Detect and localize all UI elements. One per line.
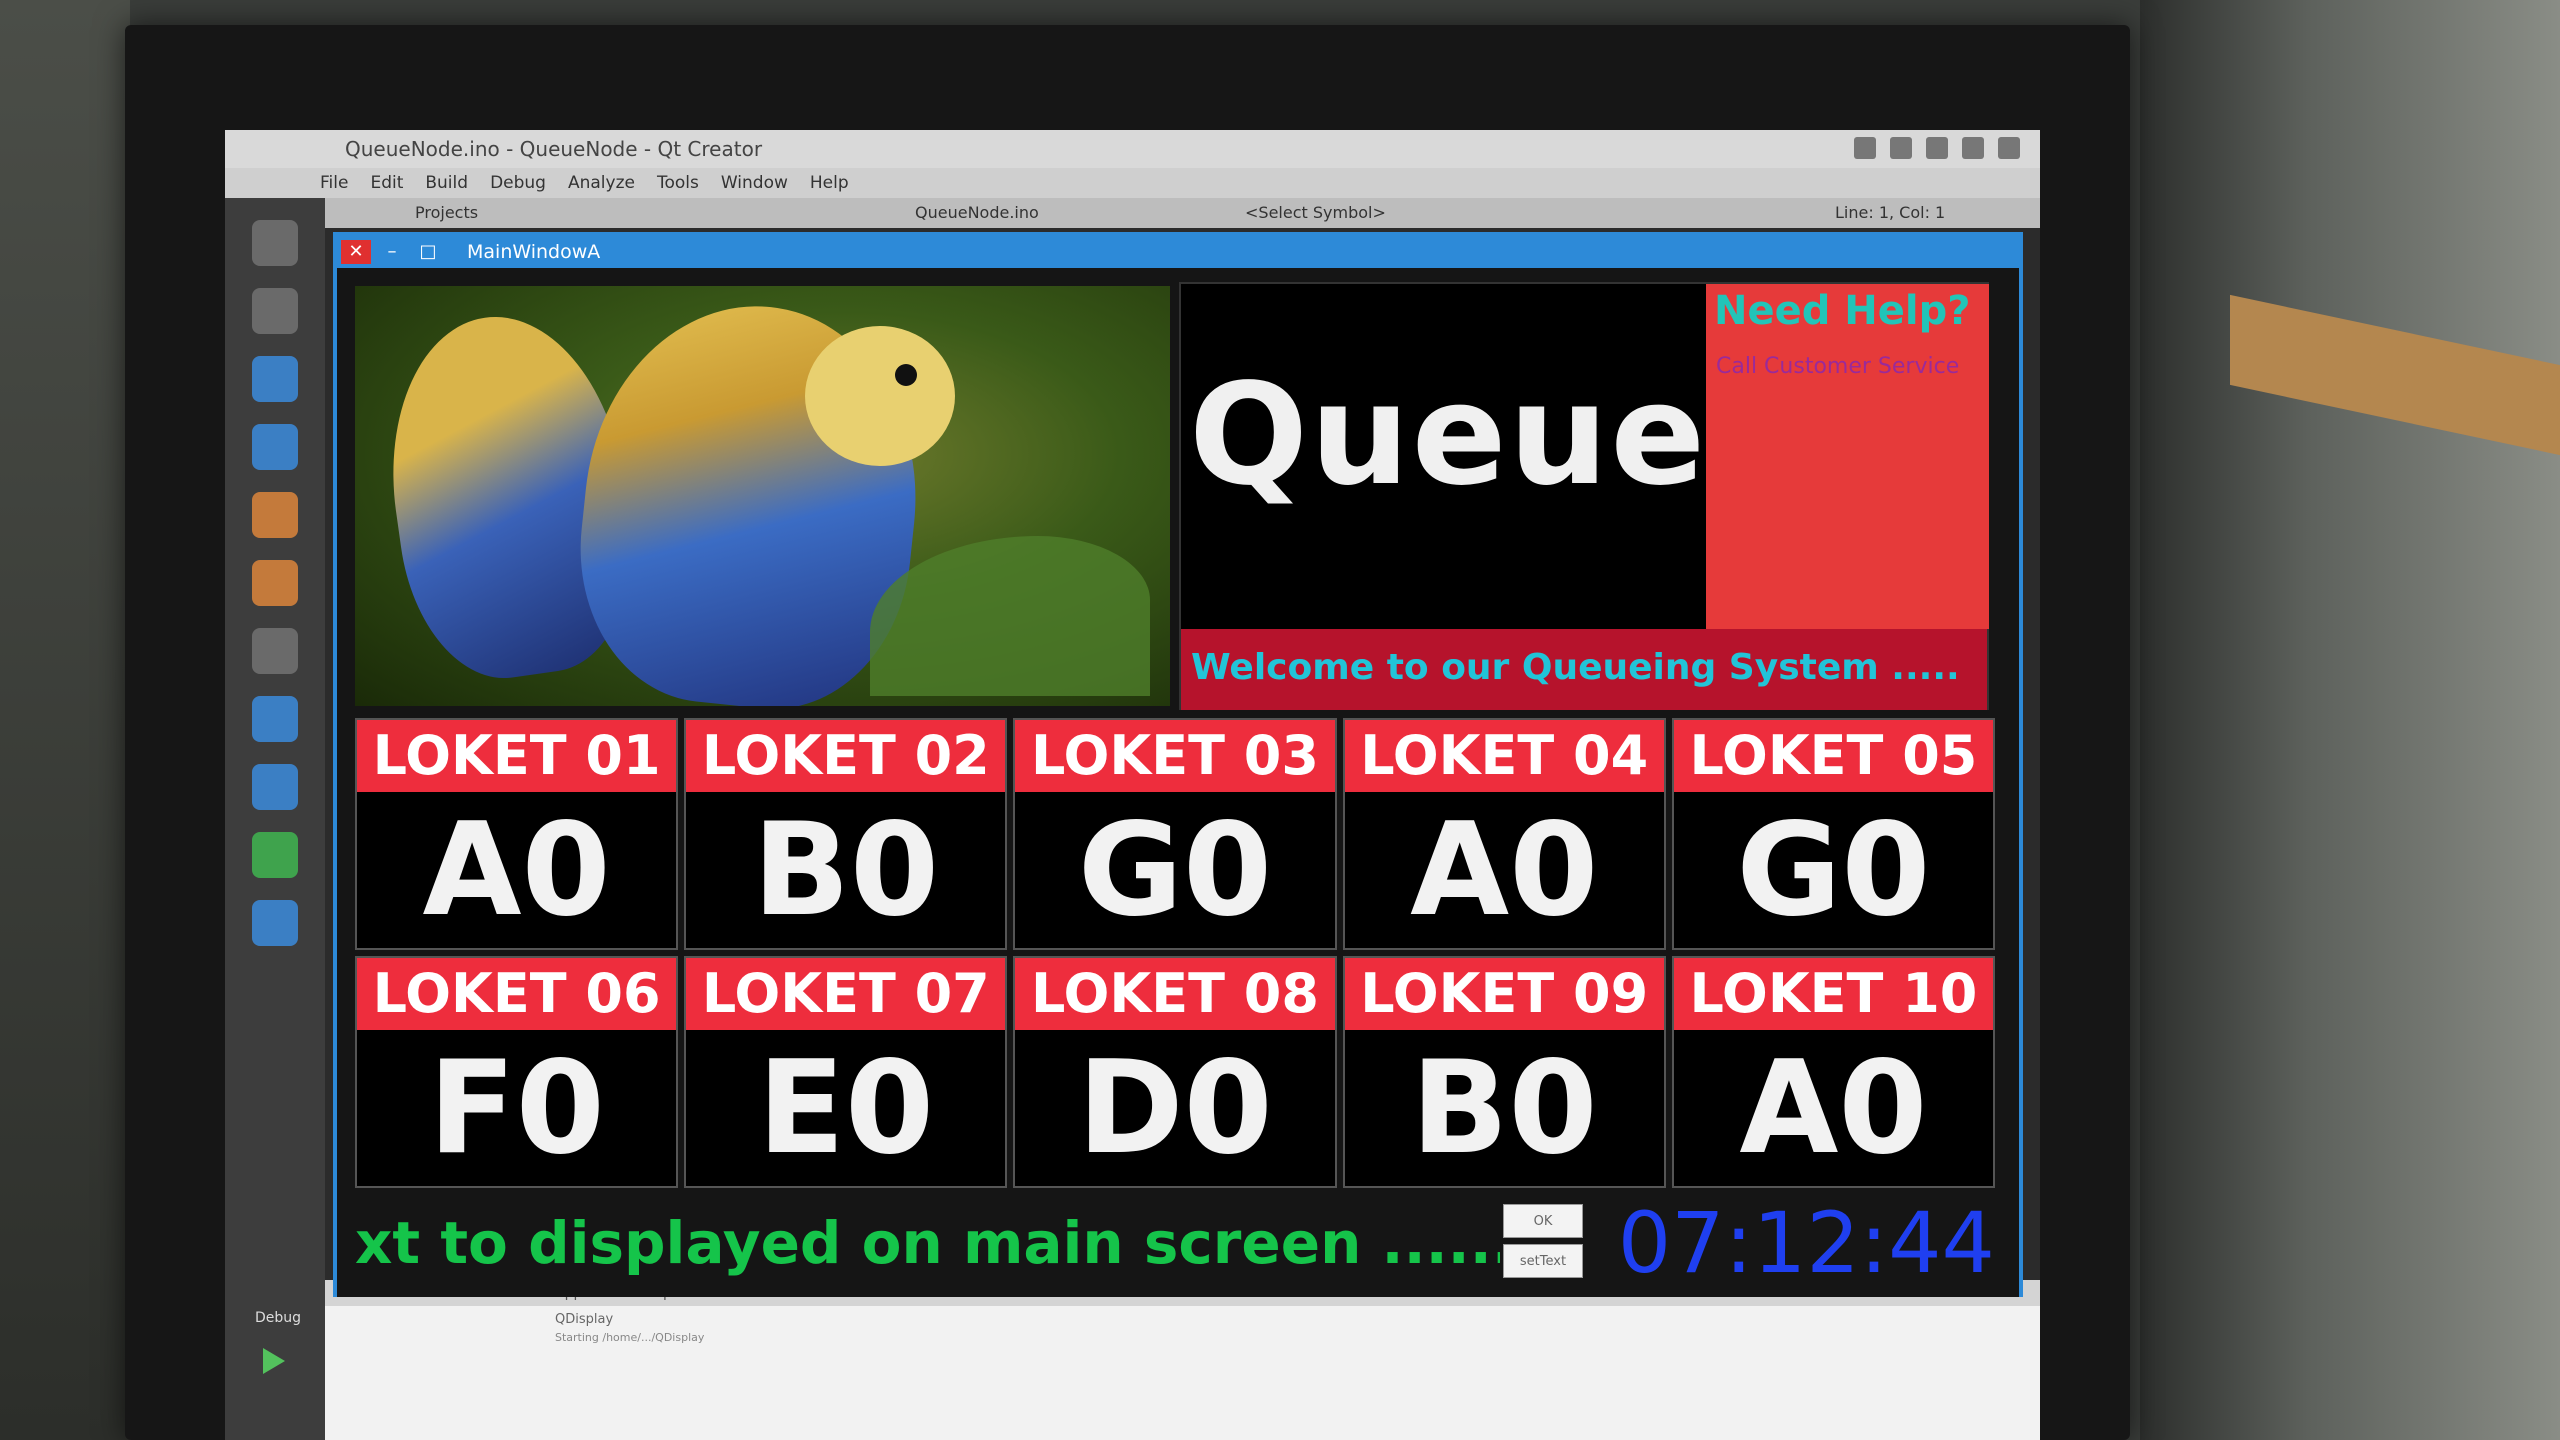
run-icon[interactable] [263, 1348, 285, 1374]
queue-panel: Queue! Need Help? Call Customer Service … [1179, 282, 1989, 710]
counter-number: A0 [1739, 1033, 1928, 1183]
queue-title: Queue! [1189, 354, 1774, 517]
app-titlebar: ✕ – □ MainWindowA [337, 236, 2019, 268]
counter-label: LOKET 04 [1344, 720, 1664, 792]
counter-number: G0 [1077, 795, 1273, 945]
counter-label: LOKET 02 [686, 720, 1006, 792]
background-left [0, 0, 130, 1440]
main-window-a: ✕ – □ MainWindowA Queue! Need Help? Call… [333, 232, 2023, 1297]
counter-label: LOKET 03 [1015, 720, 1335, 792]
counter-07: LOKET 07 E0 [684, 956, 1008, 1188]
system-tray [1854, 137, 2020, 159]
counter-02: LOKET 02 B0 [684, 718, 1008, 950]
help-title: Need Help? [1714, 288, 1971, 334]
projects-selector[interactable]: Projects [415, 198, 478, 228]
help-subtitle: Call Customer Service [1716, 354, 1960, 379]
qt-titlebar: QueueNode.ino - QueueNode - Qt Creator [225, 130, 2040, 168]
welcome-mode-icon[interactable] [252, 220, 298, 266]
clock-display: 07:12:44 [1617, 1194, 1995, 1292]
counter-label: LOKET 10 [1673, 958, 1993, 1030]
qt-mode-sidebar: Debug [225, 198, 325, 1440]
maximize-icon[interactable]: □ [413, 240, 443, 264]
welcome-bar: Welcome to our Queueing System ..... [1181, 629, 1987, 710]
line-col-indicator: Line: 1, Col: 1 [1835, 203, 1946, 222]
settings-icon[interactable] [1890, 137, 1912, 159]
design-mode-icon[interactable] [252, 356, 298, 402]
menu-analyze[interactable]: Analyze [568, 168, 635, 198]
welcome-text: Welcome to our Queueing System ..... [1191, 647, 1960, 688]
qt-window-title: QueueNode.ino - QueueNode - Qt Creator [345, 137, 763, 161]
help-box[interactable]: Need Help? Call Customer Service [1706, 284, 1989, 629]
output-process: QDisplay [555, 1312, 614, 1327]
output-pane: Application Output QDisplay Starting /ho… [325, 1280, 2040, 1440]
parrot-image [355, 286, 1170, 706]
analyze-mode-icon[interactable] [252, 560, 298, 606]
counter-05: LOKET 05 G0 [1671, 718, 1995, 950]
counter-label: LOKET 01 [357, 720, 677, 792]
qt-menubar: File Edit Build Debug Analyze Tools Wind… [225, 168, 2040, 198]
terminal-icon[interactable] [252, 900, 298, 946]
counter-number: B0 [752, 795, 940, 945]
debug-mode-icon[interactable] [252, 424, 298, 470]
shelf [2230, 294, 2560, 456]
app-launcher-icon[interactable] [252, 696, 298, 742]
keyboard-icon[interactable] [1926, 137, 1948, 159]
counter-number: E0 [757, 1033, 935, 1183]
counter-09: LOKET 09 B0 [1342, 956, 1666, 1188]
parrot-head [805, 326, 955, 466]
app-body: Queue! Need Help? Call Customer Service … [337, 268, 2019, 1297]
counter-label: LOKET 07 [686, 958, 1006, 1030]
projects-mode-icon[interactable] [252, 492, 298, 538]
counter-label: LOKET 08 [1015, 958, 1335, 1030]
network-icon[interactable] [1998, 137, 2020, 159]
counter-number: B0 [1410, 1033, 1598, 1183]
counter-number: G0 [1736, 795, 1931, 945]
counter-label: LOKET 06 [357, 958, 677, 1030]
monitor-screen: QueueNode.ino - QueueNode - Qt Creator F… [225, 130, 2040, 1440]
leaves [870, 536, 1150, 696]
counter-number: A0 [1410, 795, 1599, 945]
menu-build[interactable]: Build [425, 168, 468, 198]
menu-debug[interactable]: Debug [490, 168, 546, 198]
counter-10: LOKET 10 A0 [1671, 956, 1995, 1188]
mail-icon[interactable] [1962, 137, 1984, 159]
menu-help[interactable]: Help [810, 168, 849, 198]
counter-number: F0 [428, 1033, 605, 1183]
counter-grid: LOKET 01 A0 LOKET 02 B0 LOKET 03 G0 LOKE… [355, 718, 1995, 1188]
browser-icon[interactable] [252, 764, 298, 810]
counter-number: D0 [1077, 1033, 1273, 1183]
app-window-title: MainWindowA [467, 241, 601, 263]
output-line: Starting /home/.../QDisplay [555, 1331, 705, 1344]
edit-mode-icon[interactable] [252, 288, 298, 334]
qt-icon[interactable] [252, 832, 298, 878]
menu-window[interactable]: Window [721, 168, 788, 198]
parrot-eye [895, 364, 917, 386]
mini-buttons: OK setText [1503, 1204, 1583, 1284]
symbol-selector[interactable]: <Select Symbol> [1245, 198, 1386, 228]
menu-tools[interactable]: Tools [657, 168, 699, 198]
counter-04: LOKET 04 A0 [1342, 718, 1666, 950]
menu-file[interactable]: File [320, 168, 348, 198]
file-tab[interactable]: QueueNode.ino [915, 198, 1039, 228]
close-icon[interactable]: ✕ [341, 240, 371, 264]
settext-button[interactable]: setText [1503, 1244, 1583, 1278]
minimize-icon[interactable]: – [377, 240, 407, 264]
counter-08: LOKET 08 D0 [1013, 956, 1337, 1188]
ok-button[interactable]: OK [1503, 1204, 1583, 1238]
counter-01: LOKET 01 A0 [355, 718, 679, 950]
counter-label: LOKET 09 [1344, 958, 1664, 1030]
counter-03: LOKET 03 G0 [1013, 718, 1337, 950]
menu-edit[interactable]: Edit [370, 168, 403, 198]
bluetooth-icon[interactable] [1854, 137, 1876, 159]
bottom-row: xt to displayed on main screen .........… [355, 1198, 1995, 1288]
counter-label: LOKET 05 [1673, 720, 1993, 792]
help-mode-icon[interactable] [252, 628, 298, 674]
counter-number: A0 [422, 795, 611, 945]
background-right [2140, 0, 2560, 1440]
debug-label: Debug [255, 1310, 302, 1326]
qt-toolbar: Projects QueueNode.ino <Select Symbol> L… [225, 198, 2040, 228]
counter-06: LOKET 06 F0 [355, 956, 679, 1188]
running-text-ticker: xt to displayed on main screen .........… [355, 1209, 1500, 1277]
